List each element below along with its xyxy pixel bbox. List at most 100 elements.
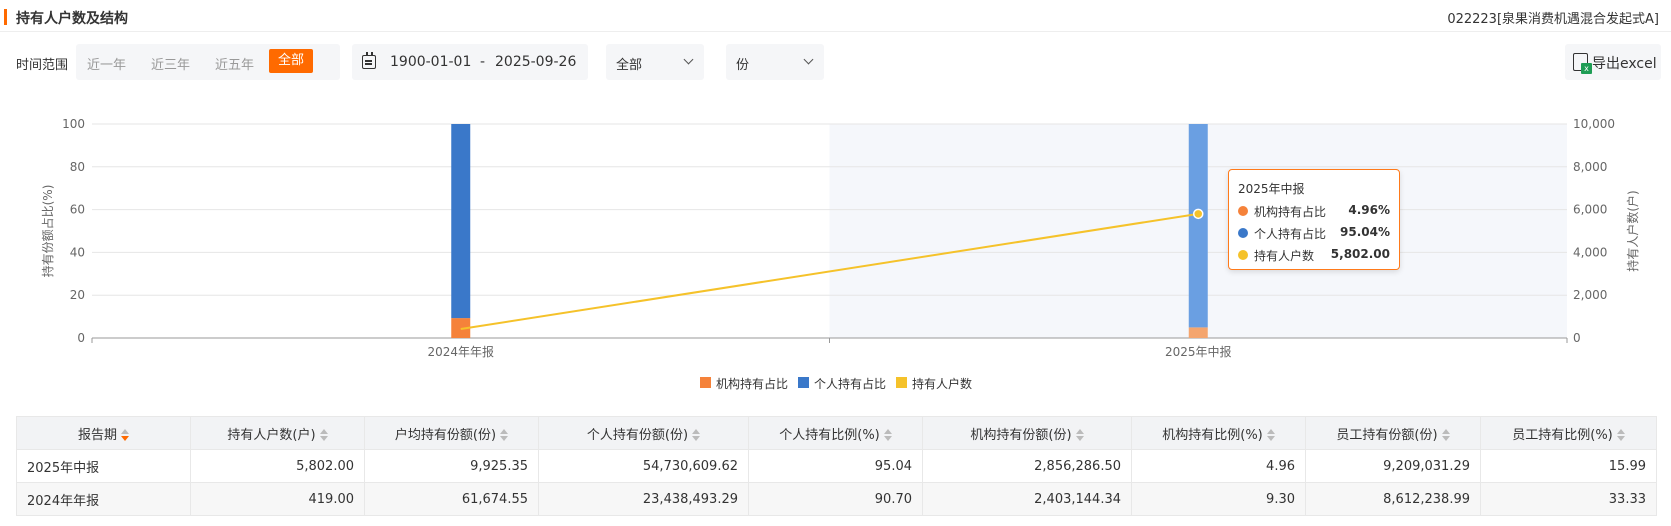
holder-type-select[interactable]: 全部 [606,44,704,80]
table-cell: 8,612,238.99 [1305,482,1481,516]
holders-dot-icon [1238,250,1248,260]
sort-icon[interactable] [1266,429,1275,441]
y-right-axis-title: 持有人户数(户) [1625,190,1640,271]
chart-legend: 机构持有占比 个人持有占比 持有人户数 [700,375,1000,391]
tooltip-row-value: 4.96% [1348,203,1390,217]
column-header-institution-shares[interactable]: 机构持有份额(份) [922,416,1132,450]
table-cell: 61,674.55 [364,482,539,516]
legend-swatch [896,377,907,388]
column-header-label: 户均持有份额(份) [394,427,497,443]
y-left-tick-label: 0 [77,331,85,345]
sort-icon[interactable] [692,429,701,441]
tooltip-row-name: 机构持有占比 [1254,205,1327,219]
fund-name: 022223[泉果消费机遇混合发起式A] [1447,12,1659,27]
table-cell: 5,802.00 [190,449,365,483]
institution-dot-icon [1238,206,1248,216]
tooltip-title: 2025年中报 [1238,182,1305,196]
range-label: 时间范围 [16,58,69,73]
unit-value: 份 [736,58,750,73]
column-header-individual-ratio[interactable]: 个人持有比例(%) [748,416,923,450]
calendar-icon [362,52,376,69]
y-left-tick-label: 40 [70,245,85,259]
panel-header: 持有人户数及结构 022223[泉果消费机遇混合发起式A] [0,0,1671,32]
column-header-employee-shares[interactable]: 员工持有份额(份) [1305,416,1481,450]
sort-icon[interactable] [500,429,509,441]
x-category-label: 2025年中报 [1165,344,1232,359]
line-point-holders [1193,208,1204,220]
table-row: 2025年中报 5,802.00 9,925.35 54,730,609.62 … [16,449,1657,483]
chart-canvas: 0 20 40 60 80 100 0 2,000 4,000 6,000 8,000 10,000 持… [40,117,1640,359]
y-left-tick-label: 20 [70,288,85,302]
bar-institution [1188,327,1208,338]
range-option-5y[interactable]: 近五年 [215,54,254,73]
sort-icon[interactable] [121,429,129,441]
column-header-individual-shares[interactable]: 个人持有份额(份) [538,416,749,450]
holder-type-value: 全部 [616,58,643,73]
column-header-holders[interactable]: 持有人户数(户) [190,416,365,450]
table-cell: 2,856,286.50 [922,449,1132,483]
column-header-label: 员工持有比例(%) [1512,427,1613,443]
table-cell: 54,730,609.62 [538,449,749,483]
tooltip-row-holders: 持有人户数 5,802.00 [1238,246,1390,264]
range-segmented-control: 近一年 近三年 近五年 全部 [76,44,340,80]
column-header-label: 机构持有比例(%) [1162,427,1263,443]
range-option-1y[interactable]: 近一年 [87,54,126,73]
date-start-input[interactable]: 1900-01-01 [390,54,471,70]
table-cell: 9.30 [1131,482,1306,516]
holder-structure-chart: 0 20 40 60 80 100 0 2,000 4,000 6,000 8,000 10,000 持… [0,98,1671,398]
column-header-label: 员工持有份额(份) [1336,427,1438,443]
sort-icon[interactable] [883,429,892,441]
table-cell: 23,438,493.29 [538,482,749,516]
table-cell: 33.33 [1480,482,1657,516]
table-cell: 9,209,031.29 [1305,449,1481,483]
export-excel-button[interactable]: 导出excel [1565,44,1661,80]
chevron-down-icon [803,54,814,65]
y-right-tick-label: 10,000 [1573,117,1615,131]
range-option-3y[interactable]: 近三年 [151,54,190,73]
table-cell: 2024年年报 [16,482,191,516]
holder-structure-table: 报告期 持有人户数(户) 户均持有份额(份) 个人持有份额(份) 个人持有比例(… [16,416,1657,516]
column-header-avg-shares[interactable]: 户均持有份额(份) [364,416,539,450]
excel-icon [1573,53,1592,74]
tooltip-row-institution: 机构持有占比 4.96% [1238,202,1390,220]
sort-icon[interactable] [319,429,328,441]
column-header-institution-ratio[interactable]: 机构持有比例(%) [1131,416,1306,450]
date-range-picker[interactable]: 1900-01-01 - 2025-09-26 [352,44,588,80]
unit-select[interactable]: 份 [726,44,824,80]
y-right-tick-label: 0 [1573,331,1581,345]
y-left-tick-label: 100 [62,117,85,131]
bar-individual [1188,124,1208,328]
table-cell: 9,925.35 [364,449,539,483]
y-left-axis-title: 持有份额占比(%) [40,185,55,278]
range-option-all[interactable]: 全部 [269,49,314,73]
column-header-period[interactable]: 报告期 [16,416,191,450]
title-accent-bar [4,9,7,25]
column-header-label: 持有人户数(户) [227,427,316,443]
table-cell: 4.96 [1131,449,1306,483]
tooltip-row-value: 95.04% [1340,225,1390,239]
column-header-employee-ratio[interactable]: 员工持有比例(%) [1480,416,1657,450]
y-left-tick-label: 60 [70,203,85,217]
x-category-label: 2024年年报 [427,344,494,359]
bar-individual [451,124,471,319]
table-cell: 2025年中报 [16,449,191,483]
export-excel-label: 导出excel [1592,56,1657,72]
tooltip-row-name: 持有人户数 [1254,249,1315,263]
sort-icon[interactable] [1616,429,1625,441]
legend-label: 机构持有占比 [716,377,789,391]
legend-label: 持有人户数 [912,377,973,391]
individual-dot-icon [1238,228,1248,238]
y-right-tick-label: 4,000 [1573,245,1607,259]
sort-icon[interactable] [1075,429,1084,441]
y-right-tick-label: 8,000 [1573,160,1607,174]
legend-swatch [798,377,809,388]
sort-icon[interactable] [1441,429,1450,441]
column-header-label: 个人持有比例(%) [779,427,880,443]
column-header-label: 个人持有份额(份) [586,427,689,443]
column-header-label: 机构持有份额(份) [970,427,1072,443]
y-left-tick-label: 80 [70,160,85,174]
table-row: 2024年年报 419.00 61,674.55 23,438,493.29 9… [16,482,1657,516]
date-end-input[interactable]: 2025-09-26 [495,54,576,70]
tooltip-row-value: 5,802.00 [1330,247,1390,261]
date-separator: - [480,54,486,70]
